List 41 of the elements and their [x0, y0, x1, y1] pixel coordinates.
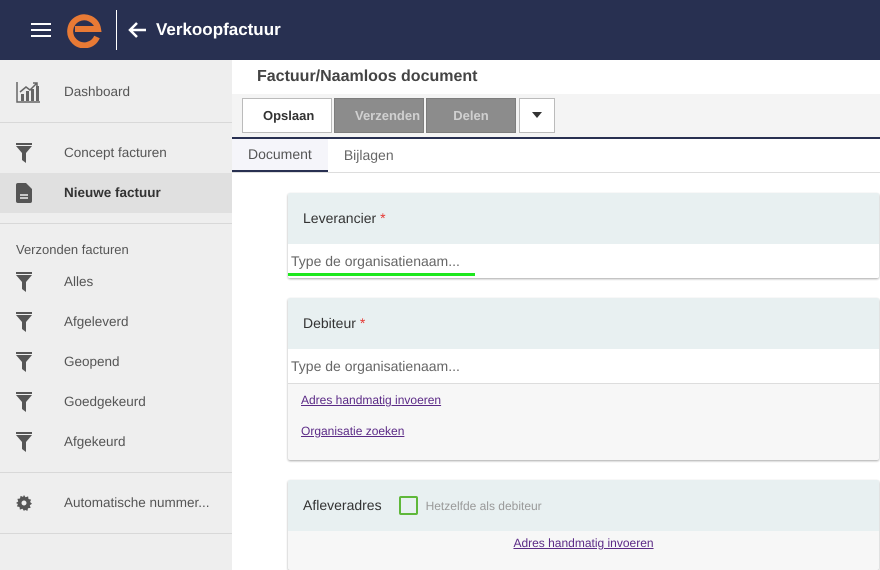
filter-icon: [16, 352, 32, 372]
filter-icon: [16, 143, 32, 163]
dropdown-button[interactable]: [519, 98, 555, 133]
page-title: Verkoopfactuur: [156, 19, 281, 42]
filter-icon: [16, 272, 32, 292]
document-title: Factuur/Naamloos document: [257, 66, 478, 87]
filter-icon: [16, 392, 32, 412]
filter-icon: [16, 432, 32, 452]
section-title: Afleveradres: [303, 496, 382, 515]
checkbox[interactable]: [398, 496, 418, 515]
caret-icon: [532, 112, 542, 118]
filter-icon: [16, 312, 32, 332]
sidebar-item[interactable]: Afgeleverd: [0, 302, 232, 342]
section-title: Debiteur: [303, 314, 356, 333]
toolbar-button[interactable]: Opslaan: [242, 98, 332, 133]
section-title: Leverancier: [303, 209, 376, 228]
sidebar-item[interactable]: Automatische nummer...: [0, 483, 232, 523]
sidebar-item[interactable]: Goedgekeurd: [0, 382, 232, 422]
link[interactable]: Adres handmatig invoeren: [301, 392, 442, 423]
link[interactable]: Organisatie zoeken: [301, 423, 404, 454]
organisation-input[interactable]: Type de organisatienaam...: [288, 244, 879, 278]
sidebar-item[interactable]: Afgekeurd: [0, 422, 232, 462]
menu-icon[interactable]: [31, 22, 51, 38]
sidebar-item[interactable]: Nieuwe factuur: [0, 173, 232, 213]
settings-icon: [16, 495, 32, 511]
sidebar-item[interactable]: Concept facturen: [0, 133, 232, 173]
logo-icon: [66, 12, 102, 48]
sidebar-item[interactable]: Dashboard: [0, 72, 232, 112]
document-icon: [16, 183, 32, 203]
tab[interactable]: Document: [232, 139, 328, 172]
chart-icon: [16, 81, 40, 103]
tab[interactable]: Bijlagen: [328, 139, 410, 172]
back-arrow-icon[interactable]: [127, 21, 147, 39]
required-marker: *: [380, 209, 386, 228]
link[interactable]: Adres handmatig invoeren: [513, 535, 654, 566]
required-marker: *: [360, 314, 366, 333]
organisation-input[interactable]: Type de organisatienaam...: [288, 349, 879, 383]
section-heading: Verzonden facturen: [16, 241, 129, 260]
sidebar-item[interactable]: Geopend: [0, 342, 232, 382]
sidebar-item[interactable]: Alles: [0, 262, 232, 302]
checkbox-label: Hetzelfde als debiteur: [426, 498, 542, 514]
